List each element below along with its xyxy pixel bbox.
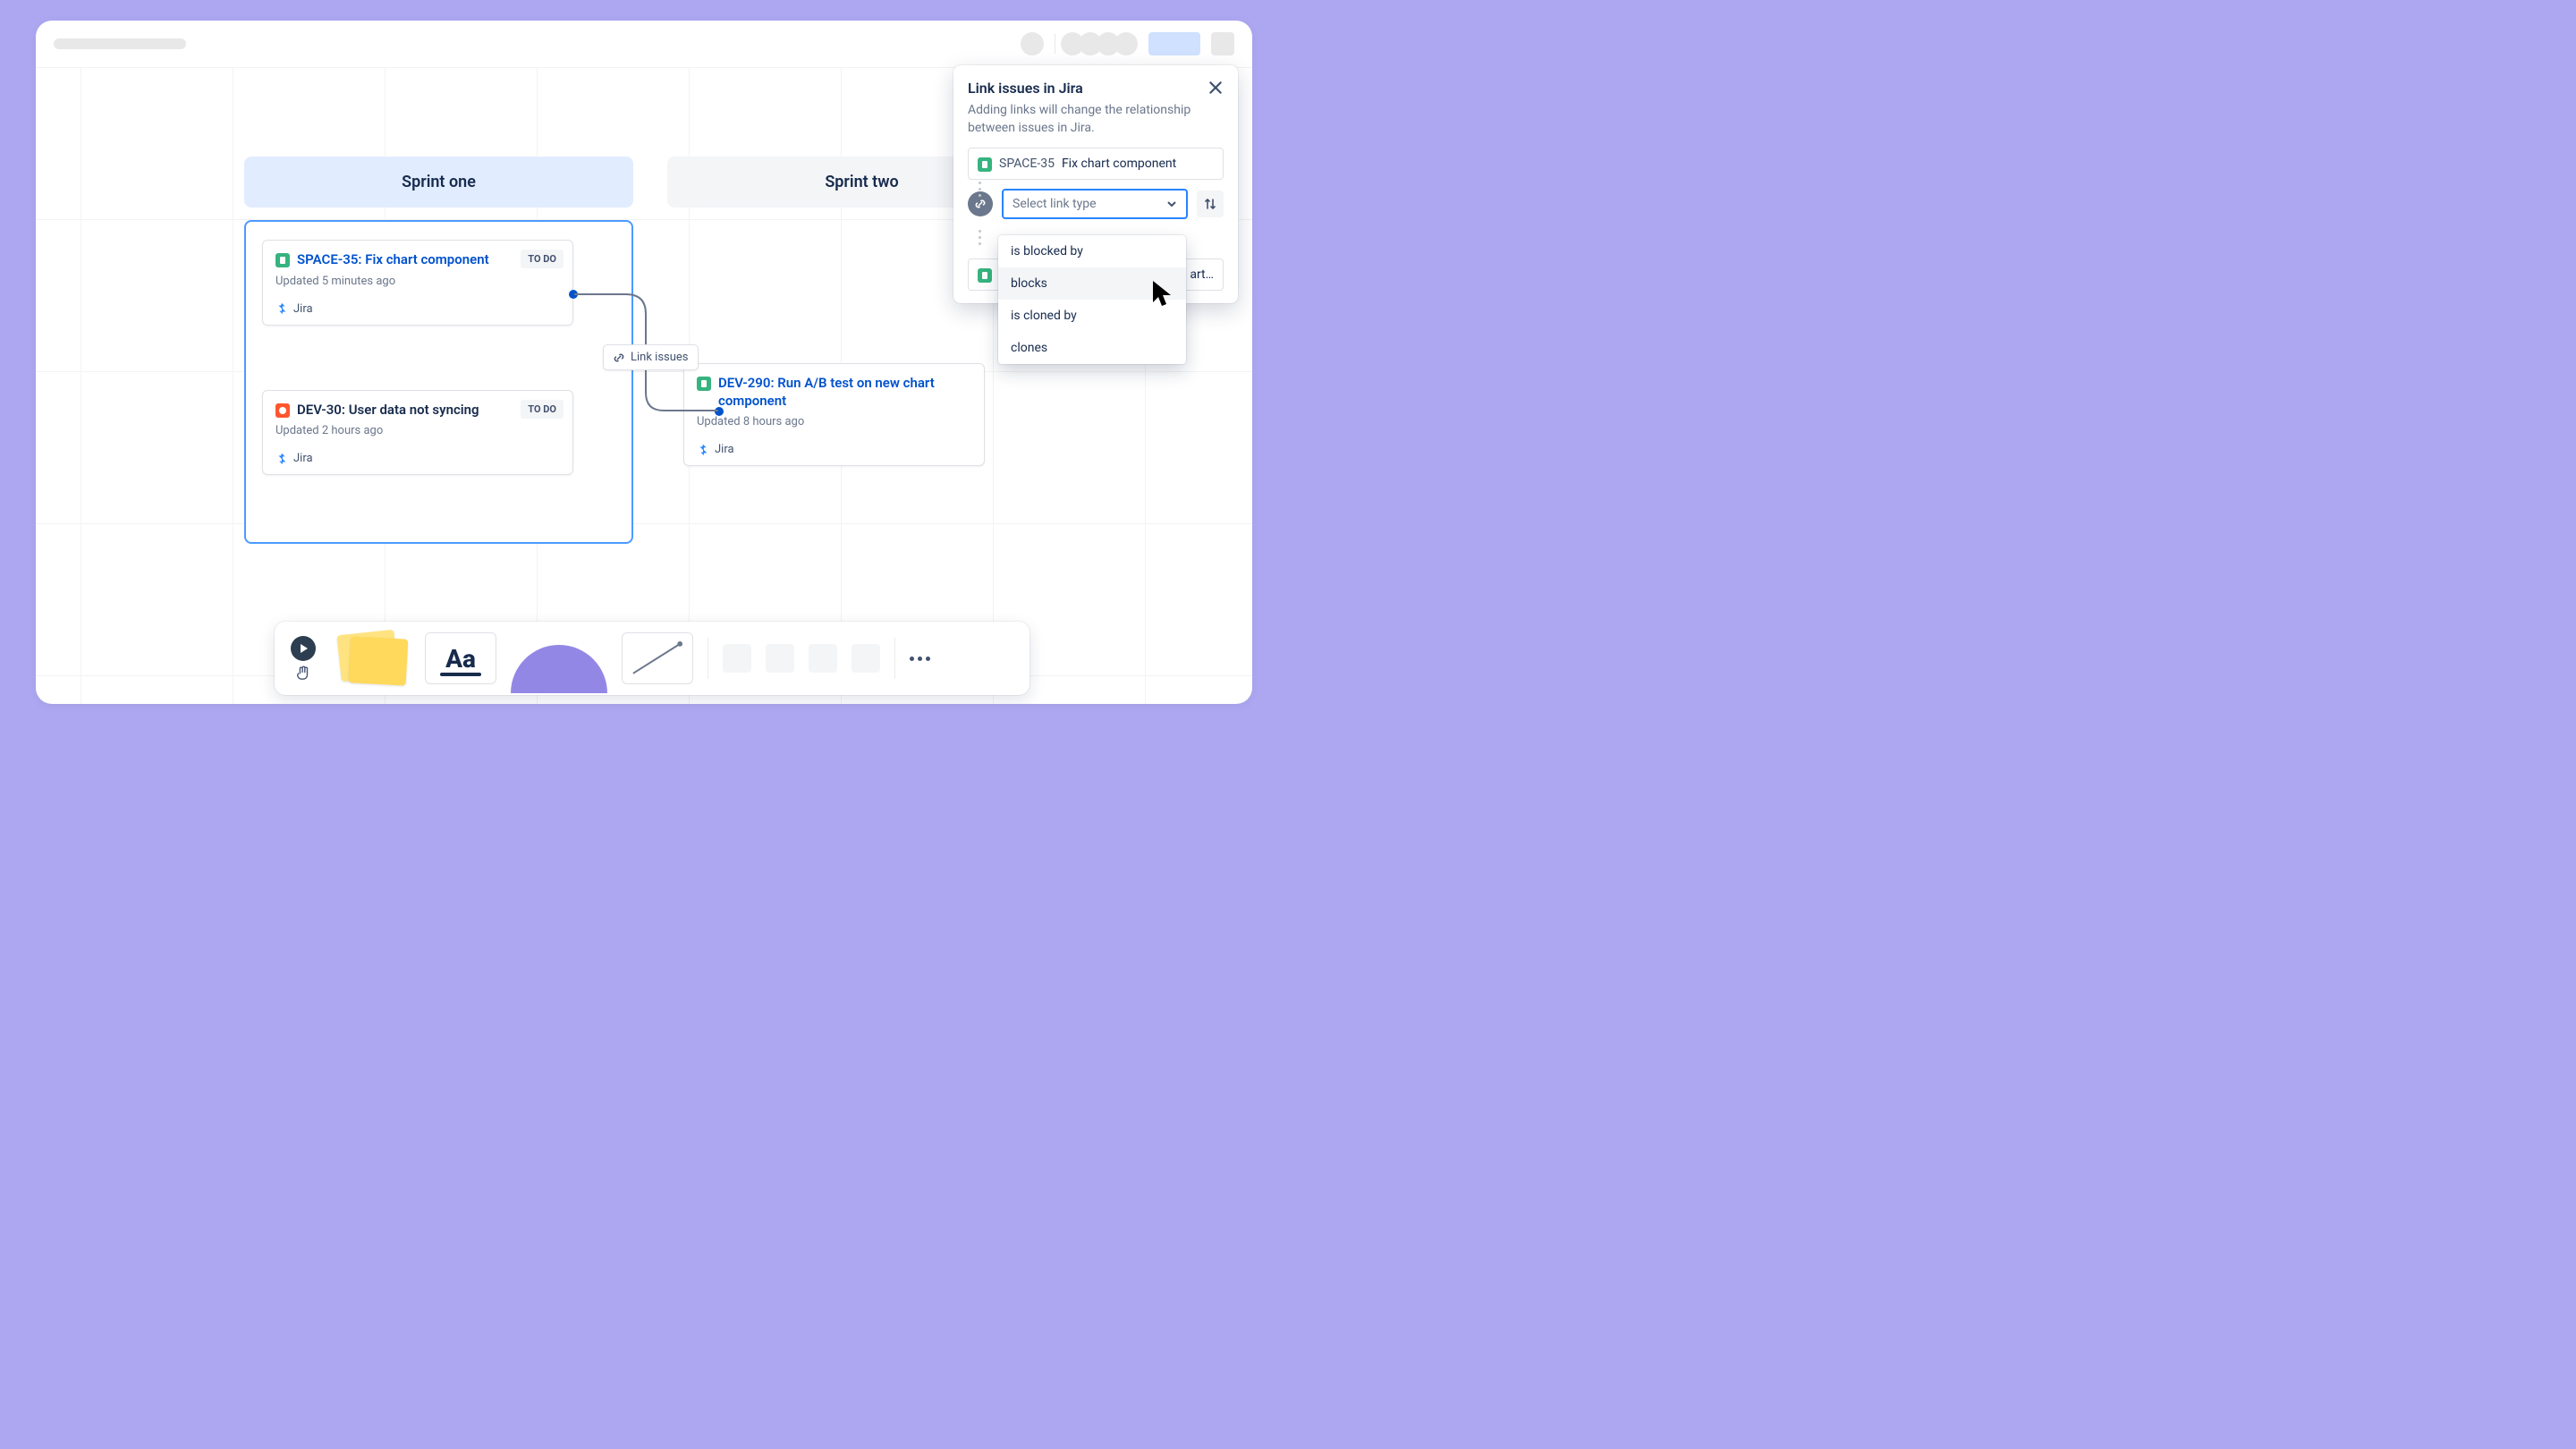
bottom-toolbar: Aa [275, 622, 1030, 695]
issue-card-dev30[interactable]: DEV-30: User data not syncing TO DO Upda… [262, 390, 573, 476]
relation-guide [979, 230, 981, 245]
topbar [36, 21, 1252, 67]
issue-title: DEV-290: Run A/B test on new chart compo… [718, 375, 971, 410]
dropdown-option-clones[interactable]: clones [998, 332, 1186, 364]
hand-icon[interactable] [295, 665, 311, 681]
tool-placeholder[interactable] [723, 644, 751, 673]
play-icon [298, 643, 309, 654]
present-button[interactable] [291, 636, 316, 661]
connector-endpoint[interactable] [715, 407, 724, 416]
link-icon [613, 352, 625, 364]
issue-card-space35[interactable]: SPACE-35: Fix chart component TO DO Upda… [262, 240, 573, 326]
integration-label: Jira [293, 302, 313, 316]
sprint-header[interactable]: Sprint one [244, 157, 633, 208]
link-issues-label: Link issues [631, 351, 689, 364]
chevron-down-icon [1166, 199, 1177, 209]
story-icon [978, 268, 992, 283]
topbar-right [1021, 32, 1234, 55]
ellipsis-icon [910, 657, 930, 661]
pointer-tools [291, 622, 316, 695]
sprint-title: Sprint two [825, 173, 898, 191]
avatar [1114, 32, 1138, 55]
more-tools[interactable] [910, 622, 930, 695]
issue-key: SPACE-35 [999, 157, 1055, 171]
popover-title: Link issues in Jira [968, 80, 1083, 97]
status-badge: TO DO [521, 400, 564, 419]
line-icon [630, 640, 685, 677]
popover-description: Adding links will change the relationshi… [968, 102, 1224, 137]
story-icon [697, 377, 711, 391]
bug-icon [275, 403, 290, 418]
issue-updated: Updated 2 hours ago [275, 424, 560, 437]
issue-updated: Updated 8 hours ago [697, 415, 971, 428]
status-badge: TO DO [521, 250, 564, 268]
circle-icon [511, 645, 607, 693]
story-icon [978, 157, 992, 172]
link-issues-popover: Link issues in Jira Adding links will ch… [953, 65, 1238, 303]
issue-summary: Fix chart component [1062, 157, 1176, 171]
issue-card-dev290[interactable]: DEV-290: Run A/B test on new chart compo… [683, 363, 985, 466]
relation-guide [979, 182, 981, 197]
more-menu-button[interactable] [1211, 32, 1234, 55]
connector-tool[interactable] [622, 622, 693, 695]
integration-label: Jira [293, 452, 313, 465]
sticky-note-icon [349, 636, 409, 685]
swap-icon [1203, 197, 1217, 211]
avatar[interactable] [1021, 32, 1044, 55]
tool-placeholder[interactable] [809, 644, 837, 673]
board-title-placeholder [54, 38, 186, 49]
app-window: Sprint one SPACE-35: Fix chart component… [36, 21, 1252, 704]
sprint-body: SPACE-35: Fix chart component TO DO Upda… [244, 220, 633, 544]
sprint-column-one: Sprint one SPACE-35: Fix chart component… [244, 157, 633, 544]
link-type-select[interactable]: Select link type [1002, 189, 1188, 219]
connector-endpoint[interactable] [569, 290, 578, 299]
dropdown-option-is-blocked-by[interactable]: is blocked by [998, 235, 1186, 267]
sprint-title: Sprint one [402, 173, 476, 191]
tool-placeholder[interactable] [852, 644, 880, 673]
toolbar-divider [894, 638, 895, 679]
issue-updated: Updated 5 minutes ago [275, 275, 560, 288]
text-tool[interactable]: Aa [425, 622, 496, 695]
share-button[interactable] [1148, 32, 1200, 55]
jira-icon [275, 453, 288, 465]
link-icon [974, 198, 987, 210]
close-icon[interactable] [1208, 80, 1224, 96]
swap-direction-button[interactable] [1197, 191, 1224, 217]
story-icon [275, 253, 290, 267]
cursor-icon [1150, 279, 1179, 308]
link-issues-button[interactable]: Link issues [603, 344, 699, 370]
avatar-group[interactable] [1066, 32, 1138, 55]
select-placeholder: Select link type [1013, 197, 1097, 211]
jira-icon [697, 444, 709, 456]
tool-placeholder[interactable] [766, 644, 794, 673]
issue-summary-truncated: art… [1190, 267, 1214, 282]
text-tool-label: Aa [445, 644, 476, 674]
integration-label: Jira [715, 443, 734, 456]
shape-tool[interactable] [511, 623, 607, 693]
sticky-tool[interactable] [330, 622, 411, 695]
jira-icon [275, 302, 288, 315]
source-issue-pill[interactable]: SPACE-35 Fix chart component [968, 148, 1224, 180]
